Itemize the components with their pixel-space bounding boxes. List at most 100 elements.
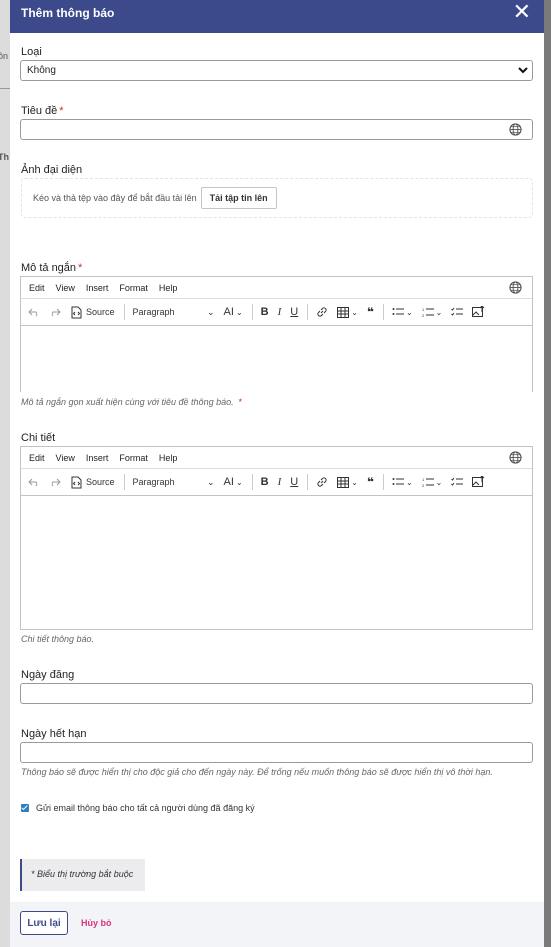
undo-icon[interactable] [28, 307, 40, 317]
editor-toolbar: Source Paragraph ⌄ AI ⌄ B I U ⌄ ❝ ⌄ 1 2 ⌄ [21, 469, 532, 496]
title-label: Tiêu đề * [21, 105, 64, 117]
link-icon[interactable] [316, 306, 328, 318]
toolbar-separator [123, 474, 125, 490]
scrollbar-track[interactable] [544, 0, 551, 947]
chevron-down-icon: ⌄ [405, 477, 413, 487]
expiry-date-input[interactable] [20, 742, 533, 763]
source-label: Source [86, 307, 115, 317]
source-button[interactable]: Source [70, 476, 115, 489]
required-fields-note: * Biểu thị trường bắt buộc [20, 859, 145, 891]
redo-icon[interactable] [49, 477, 61, 487]
type-label: Loại [21, 46, 42, 58]
underline-icon[interactable]: U [290, 476, 298, 488]
title-label-text: Tiêu đề [21, 105, 58, 117]
undo-icon[interactable] [28, 477, 40, 487]
chevron-down-icon: ⌄ [435, 477, 443, 487]
globe-icon[interactable] [509, 123, 522, 136]
chevron-down-icon: ⌄ [206, 476, 215, 487]
quote-icon[interactable]: ❝ [367, 305, 374, 319]
editor-menubar: Edit View Insert Format Help [21, 447, 532, 469]
bold-icon[interactable]: B [261, 476, 269, 488]
paragraph-select[interactable]: Paragraph ⌄ [133, 307, 215, 318]
menu-view[interactable]: View [56, 283, 75, 293]
bullet-list-icon[interactable]: ⌄ [392, 307, 413, 317]
publish-date-label: Ngày đăng [21, 669, 75, 681]
table-icon[interactable]: ⌄ [337, 306, 358, 318]
redo-icon[interactable] [49, 307, 61, 317]
detail-content[interactable] [21, 496, 532, 629]
background-divider [0, 88, 10, 89]
chevron-down-icon: ⌄ [235, 307, 243, 317]
link-icon[interactable] [316, 476, 328, 488]
expiry-date-label: Ngày hết hạn [21, 728, 87, 740]
globe-icon[interactable] [509, 281, 522, 294]
menu-insert[interactable]: Insert [86, 283, 109, 293]
save-button[interactable]: Lưu lại [20, 911, 68, 935]
background-fragment: Th [0, 152, 9, 162]
background-fragment: ôn [0, 51, 9, 61]
short-description-helper-text: Mô tả ngắn gọn xuất hiện cùng với tiêu đ… [21, 397, 234, 407]
editor-toolbar: Source Paragraph ⌄ AI ⌄ B I U ⌄ ❝ ⌄ 1 2 ⌄ [21, 299, 532, 326]
chevron-down-icon: ⌄ [405, 307, 413, 317]
bullet-list-icon[interactable]: ⌄ [392, 477, 413, 487]
underline-icon[interactable]: U [290, 306, 298, 318]
menu-insert[interactable]: Insert [86, 453, 109, 463]
source-icon [71, 476, 82, 488]
menu-help[interactable]: Help [159, 453, 178, 463]
svg-text:2: 2 [422, 313, 425, 317]
toolbar-separator [251, 304, 253, 320]
required-mark: * [78, 262, 83, 274]
insert-image-icon[interactable] [472, 306, 485, 318]
menu-view[interactable]: View [56, 453, 75, 463]
short-description-helper: Mô tả ngắn gọn xuất hiện cùng với tiêu đ… [21, 397, 242, 407]
chevron-down-icon: ⌄ [235, 477, 243, 487]
insert-image-icon[interactable] [472, 476, 485, 488]
menu-format[interactable]: Format [119, 453, 148, 463]
short-description-editor: Edit View Insert Format Help Source Para… [20, 276, 533, 392]
upload-file-button[interactable]: Tải tập tin lên [200, 187, 277, 209]
bold-icon[interactable]: B [261, 306, 269, 318]
toolbar-separator [307, 304, 309, 320]
toolbar-separator [307, 474, 309, 490]
toolbar-separator [382, 474, 384, 490]
menu-format[interactable]: Format [119, 283, 148, 293]
short-description-content[interactable] [21, 326, 532, 392]
paragraph-select[interactable]: Paragraph ⌄ [133, 477, 215, 488]
background-page-strip: ôn Th [0, 0, 10, 947]
title-input[interactable] [20, 119, 533, 140]
dropzone-text: Kéo và thả tệp vào đây để bắt đầu tải lê… [33, 193, 197, 203]
modal-header: Thêm thông báo ✕ [10, 0, 544, 33]
send-email-checkbox[interactable] [21, 804, 29, 812]
numbered-list-icon[interactable]: 1 2 ⌄ [422, 307, 443, 317]
required-mark: * [238, 397, 242, 407]
paragraph-label: Paragraph [132, 306, 175, 317]
type-select[interactable]: Không [20, 60, 533, 81]
italic-icon[interactable]: I [278, 476, 282, 488]
todo-list-icon[interactable] [451, 307, 464, 317]
svg-text:1: 1 [422, 307, 425, 312]
numbered-list-icon[interactable]: 1 2 ⌄ [422, 477, 443, 487]
chevron-down-icon: ⌄ [351, 307, 358, 317]
globe-icon[interactable] [509, 451, 522, 464]
font-size-button[interactable]: AI ⌄ [224, 306, 243, 318]
short-description-label-text: Mô tả ngắn [21, 262, 77, 274]
cancel-button[interactable]: Hủy bỏ [81, 918, 112, 928]
image-label: Ảnh đại diện [21, 164, 83, 176]
menu-edit[interactable]: Edit [29, 283, 45, 293]
source-button[interactable]: Source [70, 306, 115, 319]
source-label: Source [86, 477, 115, 487]
close-icon[interactable]: ✕ [513, 0, 531, 23]
publish-date-input[interactable] [20, 683, 533, 704]
menu-help[interactable]: Help [159, 283, 178, 293]
image-dropzone[interactable]: Kéo và thả tệp vào đây để bắt đầu tải lê… [21, 178, 533, 218]
todo-list-icon[interactable] [451, 477, 464, 487]
chevron-down-icon [518, 65, 528, 77]
chevron-down-icon: ⌄ [206, 306, 215, 317]
send-email-label[interactable]: Gửi email thông báo cho tất cả người dùn… [36, 803, 255, 813]
required-mark: * [59, 105, 64, 117]
italic-icon[interactable]: I [278, 306, 282, 318]
font-size-button[interactable]: AI ⌄ [224, 476, 243, 488]
menu-edit[interactable]: Edit [29, 453, 45, 463]
table-icon[interactable]: ⌄ [337, 476, 358, 488]
quote-icon[interactable]: ❝ [367, 475, 374, 489]
